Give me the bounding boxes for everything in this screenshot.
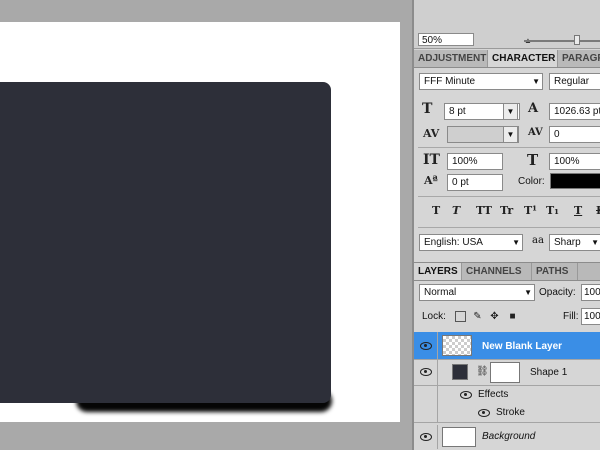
faux-bold-button[interactable]: T bbox=[432, 204, 440, 217]
kerning-icon: AV bbox=[423, 127, 440, 140]
blend-mode-select[interactable]: Normal ▼ bbox=[419, 284, 535, 301]
leading-field[interactable]: 1026.63 pt bbox=[549, 103, 600, 120]
vector-mask-thumbnail[interactable] bbox=[490, 362, 520, 383]
effects-row[interactable]: Effects bbox=[414, 386, 600, 404]
tab-paragraph[interactable]: PARAGRA bbox=[558, 50, 600, 67]
language-select[interactable]: English: USA ▼ bbox=[419, 234, 523, 251]
lock-label: Lock: bbox=[422, 311, 446, 322]
subscript-button[interactable]: T₁ bbox=[546, 204, 559, 217]
opacity-field[interactable]: 100 bbox=[581, 284, 600, 301]
layer-name[interactable]: Shape 1 bbox=[530, 367, 567, 378]
visibility-cell[interactable] bbox=[414, 332, 438, 359]
stroke-effect-label: Stroke bbox=[496, 407, 525, 418]
tracking-field[interactable]: 0 bbox=[549, 126, 600, 143]
lock-brush-icon[interactable]: ✎ bbox=[472, 311, 483, 322]
layer-name[interactable]: Background bbox=[482, 431, 535, 442]
font-style-value: Regular bbox=[554, 76, 590, 87]
kerning-dropdown-icon[interactable]: ▼ bbox=[503, 126, 518, 143]
antialias-value: Sharp bbox=[554, 237, 581, 248]
visibility-cell[interactable] bbox=[414, 425, 438, 449]
all-caps-button[interactable]: TT bbox=[476, 204, 492, 217]
faux-italic-button[interactable]: T bbox=[452, 204, 460, 217]
tab-layers[interactable]: LAYERS bbox=[414, 263, 462, 280]
antialias-icon: aa bbox=[532, 235, 544, 246]
language-value: English: USA bbox=[424, 237, 483, 248]
baseline-shift-field[interactable]: 0 pt bbox=[447, 174, 503, 191]
superscript-button[interactable]: T¹ bbox=[524, 204, 537, 217]
eye-icon[interactable] bbox=[420, 433, 432, 441]
lock-all-icon[interactable]: ■ bbox=[507, 311, 518, 322]
effects-label: Effects bbox=[478, 389, 509, 400]
right-panel-dock: 50% ▲ ADJUSTMENT CHARACTER PARAGRA FFF M… bbox=[412, 0, 600, 450]
zoom-slider-thumb[interactable] bbox=[574, 35, 580, 45]
stroke-effect-row[interactable]: Stroke bbox=[414, 404, 600, 423]
layer-thumbnail bbox=[442, 427, 476, 447]
lock-move-icon[interactable]: ✥ bbox=[489, 311, 500, 322]
chevron-down-icon: ▼ bbox=[524, 288, 532, 297]
text-color-swatch[interactable] bbox=[550, 173, 600, 189]
small-caps-button[interactable]: Tr bbox=[500, 204, 513, 217]
visibility-cell[interactable] bbox=[414, 360, 438, 385]
leading-icon: A bbox=[528, 101, 539, 116]
fill-field[interactable]: 100 bbox=[581, 308, 600, 325]
chevron-down-icon: ▼ bbox=[532, 77, 540, 86]
chevron-down-icon: ▼ bbox=[512, 238, 520, 247]
rounded-rectangle-shape[interactable] bbox=[0, 82, 331, 403]
canvas-area[interactable] bbox=[0, 0, 412, 450]
layers-list: New Blank Layer ⛓ Shape 1 Effects Stroke bbox=[414, 330, 600, 450]
eye-icon[interactable] bbox=[478, 409, 490, 417]
font-style-select[interactable]: Regular bbox=[549, 73, 600, 90]
layer-thumbnail bbox=[442, 335, 472, 356]
font-family-value: FFF Minute bbox=[424, 76, 476, 87]
zoom-input[interactable]: 50% bbox=[418, 33, 474, 46]
visibility-cell bbox=[414, 386, 438, 404]
font-size-dropdown-icon[interactable]: ▼ bbox=[503, 103, 518, 120]
fill-label: Fill: bbox=[563, 311, 579, 322]
navigator-panel: 50% ▲ bbox=[414, 0, 600, 49]
visibility-cell bbox=[414, 404, 438, 422]
horizontal-scale-field[interactable]: 100% bbox=[549, 153, 600, 170]
divider bbox=[418, 227, 600, 228]
baseline-shift-icon: Aª bbox=[424, 174, 438, 187]
color-label: Color: bbox=[518, 176, 545, 187]
vertical-scale-field[interactable]: 100% bbox=[447, 153, 503, 170]
link-icon[interactable]: ⛓ bbox=[476, 366, 489, 377]
antialias-select[interactable]: Sharp ▼ bbox=[549, 234, 600, 251]
tab-paths[interactable]: PATHS bbox=[532, 263, 578, 280]
underline-button[interactable]: T bbox=[574, 204, 582, 217]
opacity-label: Opacity: bbox=[539, 287, 576, 298]
tab-character[interactable]: CHARACTER bbox=[488, 50, 558, 67]
lock-transparency-icon[interactable] bbox=[455, 311, 466, 322]
layer-row-shape-1[interactable]: ⛓ Shape 1 bbox=[414, 360, 600, 386]
eye-icon[interactable] bbox=[420, 368, 432, 376]
font-size-icon: T bbox=[422, 101, 433, 117]
zoom-slider-track[interactable] bbox=[524, 40, 600, 42]
vertical-scale-icon: IT bbox=[423, 152, 440, 168]
layer-row-background[interactable]: Background bbox=[414, 425, 600, 449]
eye-icon[interactable] bbox=[460, 391, 472, 399]
chevron-down-icon: ▼ bbox=[591, 238, 599, 247]
tab-adjustments[interactable]: ADJUSTMENT bbox=[414, 50, 488, 67]
shape-thumbnail bbox=[452, 364, 468, 380]
layer-row-new-blank-layer[interactable]: New Blank Layer bbox=[414, 332, 600, 360]
document-canvas[interactable] bbox=[0, 22, 400, 422]
horizontal-scale-icon: T bbox=[527, 151, 539, 169]
blend-mode-value: Normal bbox=[424, 287, 457, 298]
character-panel-tabs: ADJUSTMENT CHARACTER PARAGRA bbox=[414, 50, 600, 68]
layer-name[interactable]: New Blank Layer bbox=[482, 341, 562, 352]
divider bbox=[418, 147, 600, 148]
tab-channels[interactable]: CHANNELS bbox=[462, 263, 532, 280]
tracking-icon: AV bbox=[528, 127, 543, 138]
layers-panel-tabs: LAYERS CHANNELS PATHS bbox=[414, 262, 600, 281]
font-family-select[interactable]: FFF Minute ▼ bbox=[419, 73, 543, 90]
divider bbox=[418, 196, 600, 197]
strikethrough-button[interactable]: F bbox=[596, 204, 600, 217]
eye-icon[interactable] bbox=[420, 342, 432, 350]
